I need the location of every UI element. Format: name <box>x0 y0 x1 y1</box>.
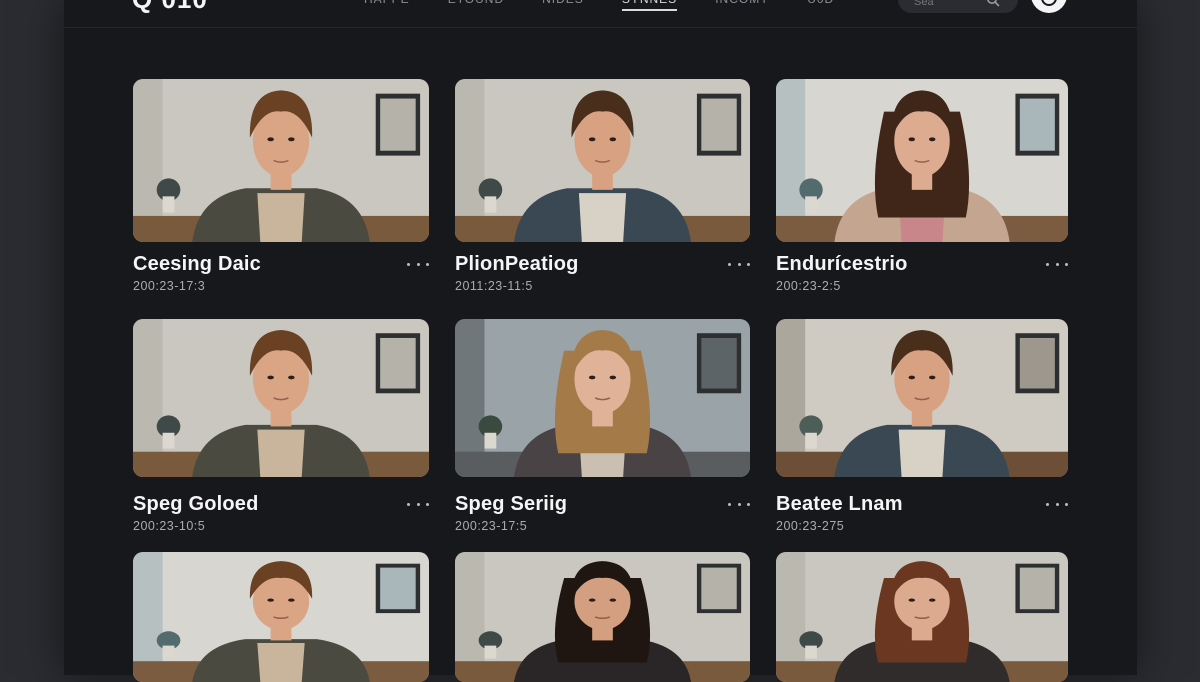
more-horizontal-icon[interactable] <box>407 498 429 510</box>
nav-item-synnes[interactable]: SYNNES <box>621 0 678 11</box>
video-thumbnail[interactable] <box>455 552 750 682</box>
search-icon[interactable] <box>986 0 1000 7</box>
card-date: 200:23-275 <box>776 519 845 533</box>
card-title[interactable]: PlionPeatiog <box>455 253 579 276</box>
more-horizontal-icon[interactable] <box>1046 258 1068 270</box>
card-title[interactable]: Ceesing Daic <box>133 253 261 276</box>
video-thumbnail[interactable] <box>455 319 750 477</box>
search-box[interactable] <box>898 0 1018 13</box>
card-date: 200:23-10:5 <box>133 519 206 533</box>
user-icon <box>1041 0 1057 6</box>
card-date: 200:23-17:3 <box>133 279 206 293</box>
nav-item-happe[interactable]: HAPPE <box>364 0 410 10</box>
logo-text: Q 010 <box>132 0 208 15</box>
video-thumbnail[interactable] <box>776 319 1068 477</box>
video-thumbnail[interactable] <box>133 79 429 242</box>
app-window: Q 010 HAPPE ETOUND NIDES SYNNES INCOMY U… <box>64 0 1137 682</box>
video-thumbnail[interactable] <box>455 79 750 242</box>
card-title[interactable]: Speg Goloed <box>133 493 259 516</box>
more-horizontal-icon[interactable] <box>1046 498 1068 510</box>
card-title[interactable]: Speg Seriig <box>455 493 567 516</box>
card-date: 200:23-2:5 <box>776 279 841 293</box>
more-horizontal-icon[interactable] <box>728 498 750 510</box>
nav-item-nides[interactable]: NIDES <box>542 0 584 10</box>
app-logo[interactable]: Q 010 <box>132 0 208 15</box>
card-date: 200:23-17:5 <box>455 519 528 533</box>
more-horizontal-icon[interactable] <box>407 258 429 270</box>
card-title[interactable]: Beatee Lnam <box>776 493 903 516</box>
video-thumbnail[interactable] <box>776 552 1068 682</box>
video-thumbnail[interactable] <box>133 552 429 682</box>
search-input[interactable] <box>914 0 984 8</box>
video-thumbnail[interactable] <box>776 79 1068 242</box>
nav-item-u0d[interactable]: U0D <box>807 0 834 10</box>
main-nav: HAPPE ETOUND NIDES SYNNES INCOMY U0D <box>364 0 834 11</box>
more-horizontal-icon[interactable] <box>728 258 750 270</box>
user-avatar[interactable] <box>1031 0 1067 13</box>
top-navigation-bar: Q 010 HAPPE ETOUND NIDES SYNNES INCOMY U… <box>64 0 1137 28</box>
nav-item-etound[interactable]: ETOUND <box>448 0 504 10</box>
video-thumbnail[interactable] <box>133 319 429 477</box>
card-date: 2011:23-11:5 <box>455 279 533 293</box>
card-title[interactable]: Endurícestrio <box>776 253 908 276</box>
nav-item-incomy[interactable]: INCOMY <box>715 0 769 10</box>
